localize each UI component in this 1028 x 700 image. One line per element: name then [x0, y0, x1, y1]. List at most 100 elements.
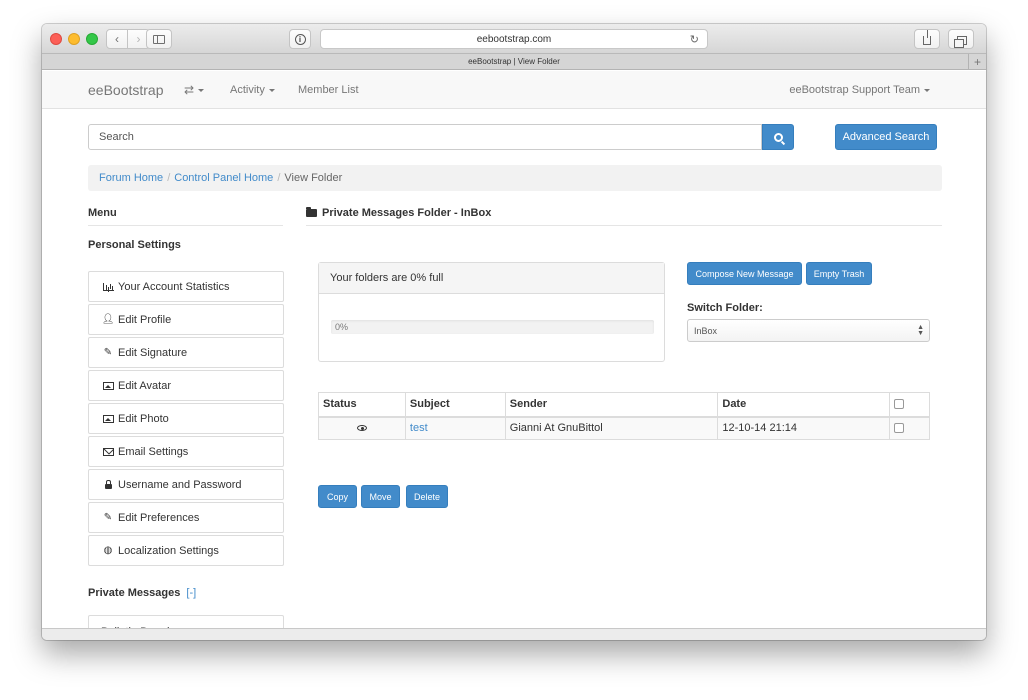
sidebar-item-username-password[interactable]: Username and Password	[88, 469, 284, 500]
column-header-status[interactable]: Status	[318, 392, 406, 418]
user-icon: 👤︎	[101, 314, 115, 325]
member-list-link[interactable]: Member List	[298, 84, 359, 96]
pencil-icon: ✎	[103, 347, 113, 358]
row-select-cell	[889, 416, 930, 440]
sidebar-item-bulletin-board[interactable]: Bulletin Board	[88, 615, 284, 628]
plus-icon: +	[973, 54, 981, 69]
search-icon	[773, 132, 783, 142]
bar-chart-icon	[101, 282, 115, 291]
breadcrumb-current: View Folder	[284, 172, 343, 184]
eye-icon	[356, 425, 367, 432]
column-header-date[interactable]: Date	[717, 392, 891, 418]
address-bar[interactable]: eebootstrap.com ↻	[320, 29, 708, 49]
sidebar-item-label: Email Settings	[118, 445, 189, 458]
sidebar-item-label: Edit Photo	[118, 412, 169, 425]
transfer-icon: ⇄	[184, 83, 195, 97]
envelope-icon	[101, 447, 115, 456]
globe-icon: ◍	[103, 545, 113, 556]
empty-trash-button[interactable]: Empty Trash	[806, 262, 872, 285]
sidebar-item-edit-photo[interactable]: Edit Photo	[88, 403, 284, 434]
sidebar-icon	[153, 34, 165, 44]
sidebar-toggle-button[interactable]	[146, 29, 172, 49]
caret-down-icon	[198, 89, 205, 93]
selected-folder: InBox	[694, 325, 718, 336]
collapse-toggle[interactable]: [-]	[186, 587, 196, 599]
reload-icon[interactable]: ↻	[690, 33, 699, 46]
column-header-subject[interactable]: Subject	[404, 392, 506, 418]
caret-down-icon	[924, 88, 930, 92]
select-all-cell	[889, 392, 930, 418]
private-messages-title: Private Messages	[88, 587, 181, 599]
new-tab-button[interactable]: +	[968, 54, 986, 69]
select-all-checkbox[interactable]	[894, 399, 905, 410]
user-menu-dropdown[interactable]: eeBootstrap Support Team	[789, 84, 930, 96]
compose-new-message-button[interactable]: Compose New Message	[687, 262, 802, 285]
tab-title[interactable]: eeBootstrap | View Folder	[468, 57, 560, 66]
search-placeholder: Search	[99, 131, 134, 143]
picture-icon	[101, 414, 115, 423]
table-row[interactable]: test Gianni At GnuBittol 12-10-14 21:14	[318, 416, 930, 440]
sender-cell: Gianni At GnuBittol	[504, 416, 719, 440]
breadcrumb-forum-home[interactable]: Forum Home	[99, 172, 163, 184]
caret-down-icon	[268, 88, 275, 92]
picture-icon	[101, 381, 115, 390]
move-button[interactable]: Move	[361, 485, 400, 508]
brand-logo[interactable]: eeBootstrap	[88, 82, 164, 98]
row-checkbox[interactable]	[894, 423, 905, 434]
subject-link[interactable]: test	[410, 422, 428, 434]
breadcrumb-control-panel[interactable]: Control Panel Home	[174, 172, 273, 184]
breadcrumb-separator: /	[167, 172, 171, 184]
progress-label: 0%	[335, 322, 349, 332]
activity-dropdown[interactable]: Activity	[230, 84, 275, 96]
personal-settings-heading: Personal Settings	[88, 239, 181, 251]
page-title-text: Private Messages Folder - InBox	[322, 207, 492, 219]
share-button[interactable]	[914, 29, 940, 49]
tools-dropdown[interactable]: ⇄	[184, 83, 205, 97]
sidebar-item-label: Edit Signature	[118, 346, 188, 359]
tabs-icon	[954, 35, 967, 48]
info-icon: i	[294, 33, 306, 45]
sidebar-item-label: Your Account Statistics	[118, 280, 230, 293]
menu-heading: Menu	[88, 207, 283, 226]
table-header-row: Status Subject Sender Date	[318, 392, 930, 418]
column-header-sender[interactable]: Sender	[504, 392, 719, 418]
browser-toolbar: ‹ › i eebootstrap.com ↻	[42, 24, 986, 54]
close-window-button[interactable]	[50, 33, 62, 45]
chevron-left-icon: ‹	[115, 32, 119, 46]
copy-button[interactable]: Copy	[318, 485, 357, 508]
browser-window: ‹ › i eebootstrap.com ↻ eeBootstrap | Vi…	[42, 24, 986, 640]
sidebar-item-label: Edit Avatar	[118, 379, 171, 392]
sidebar-item-edit-signature[interactable]: ✎ Edit Signature	[88, 337, 284, 368]
show-tabs-button[interactable]	[948, 29, 974, 49]
delete-button[interactable]: Delete	[406, 485, 448, 508]
tab-bar: eeBootstrap | View Folder +	[42, 54, 986, 70]
sidebar-item-localization-settings[interactable]: ◍ Localization Settings	[88, 535, 284, 566]
sidebar-item-account-statistics[interactable]: Your Account Statistics	[88, 271, 284, 302]
sidebar-item-label: Localization Settings	[118, 544, 219, 557]
select-arrows-icon: ▲ ▼	[917, 324, 924, 337]
date-cell: 12-10-14 21:14	[717, 416, 891, 440]
user-name: eeBootstrap Support Team	[789, 84, 920, 96]
site-info-button[interactable]: i	[289, 29, 311, 49]
share-icon	[923, 30, 931, 45]
back-button[interactable]: ‹	[106, 29, 128, 49]
maximize-window-button[interactable]	[86, 33, 98, 45]
folder-quota-panel: Your folders are 0% full 0%	[318, 262, 665, 362]
advanced-search-button[interactable]: Advanced Search	[835, 124, 937, 150]
sidebar-item-edit-profile[interactable]: 👤︎ Edit Profile	[88, 304, 284, 335]
page-title: Private Messages Folder - InBox	[306, 207, 942, 226]
status-cell	[318, 416, 406, 440]
breadcrumb: Forum Home / Control Panel Home / View F…	[88, 165, 942, 191]
subject-cell: test	[404, 416, 506, 440]
folder-select[interactable]: InBox ▲ ▼	[687, 319, 930, 342]
sidebar-item-edit-preferences[interactable]: ✎ Edit Preferences	[88, 502, 284, 533]
search-input[interactable]: Search	[88, 124, 762, 150]
switch-folder-label: Switch Folder:	[687, 302, 763, 314]
pencil-icon: ✎	[103, 512, 113, 523]
search-button[interactable]	[762, 124, 794, 150]
minimize-window-button[interactable]	[68, 33, 80, 45]
sidebar-item-edit-avatar[interactable]: Edit Avatar	[88, 370, 284, 401]
sidebar-item-email-settings[interactable]: Email Settings	[88, 436, 284, 467]
private-messages-heading: Private Messages [-]	[88, 587, 196, 599]
lock-icon	[101, 479, 115, 489]
